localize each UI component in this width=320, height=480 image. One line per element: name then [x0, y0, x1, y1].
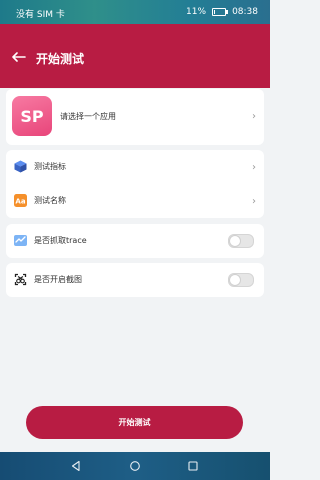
start-test-button[interactable]: 开始测试: [26, 406, 243, 439]
navigation-bar: [0, 452, 270, 480]
screenshot-row: 是否开启截图: [6, 263, 264, 297]
text-label-icon: Aa: [14, 194, 27, 207]
app-icon: SP: [12, 96, 52, 136]
chevron-right-icon: ›: [252, 162, 256, 173]
chevron-right-icon: ›: [252, 111, 256, 122]
battery-percent: 11%: [186, 7, 207, 17]
chevron-right-icon: ›: [252, 196, 256, 207]
svg-text:Aa: Aa: [15, 198, 25, 206]
app-selector-row[interactable]: SP 请选择一个应用 ›: [6, 89, 264, 145]
app-icon-text: SP: [20, 106, 44, 126]
screenshot-label: 是否开启截图: [34, 275, 82, 284]
back-arrow-icon[interactable]: [12, 52, 26, 62]
status-right: 11% 08:38: [186, 7, 258, 17]
carrier-text: 没有 SIM 卡: [16, 10, 65, 20]
trace-chart-icon: [14, 235, 27, 246]
cube-icon: [14, 160, 27, 173]
test-name-label: 测试名称: [34, 196, 66, 205]
screenshot-card: 是否开启截图: [6, 263, 264, 297]
page-title: 开始测试: [36, 52, 85, 66]
screenshot-toggle[interactable]: [228, 272, 254, 287]
app-selector-card: SP 请选择一个应用 ›: [6, 89, 264, 145]
battery-icon: [212, 8, 229, 16]
recent-apps-square-icon[interactable]: [187, 460, 199, 472]
capture-trace-toggle[interactable]: [228, 233, 254, 248]
back-triangle-icon[interactable]: [70, 460, 82, 472]
home-circle-icon[interactable]: [129, 460, 141, 472]
test-metrics-row[interactable]: 测试指标 ›: [6, 150, 264, 184]
screenshot-icon: [14, 273, 27, 286]
capture-trace-row: 是否抓取trace: [6, 224, 264, 258]
status-bar: 没有 SIM 卡 11% 08:38: [0, 0, 270, 24]
clock: 08:38: [232, 7, 258, 17]
app-selector-label: 请选择一个应用: [60, 112, 116, 121]
test-options-card: 测试指标 › Aa 测试名称 ›: [6, 150, 264, 218]
capture-trace-card: 是否抓取trace: [6, 224, 264, 258]
header: 开始测试: [0, 24, 270, 88]
test-name-row[interactable]: Aa 测试名称 ›: [6, 184, 264, 218]
test-metrics-label: 测试指标: [34, 162, 66, 171]
capture-trace-label: 是否抓取trace: [34, 236, 87, 245]
